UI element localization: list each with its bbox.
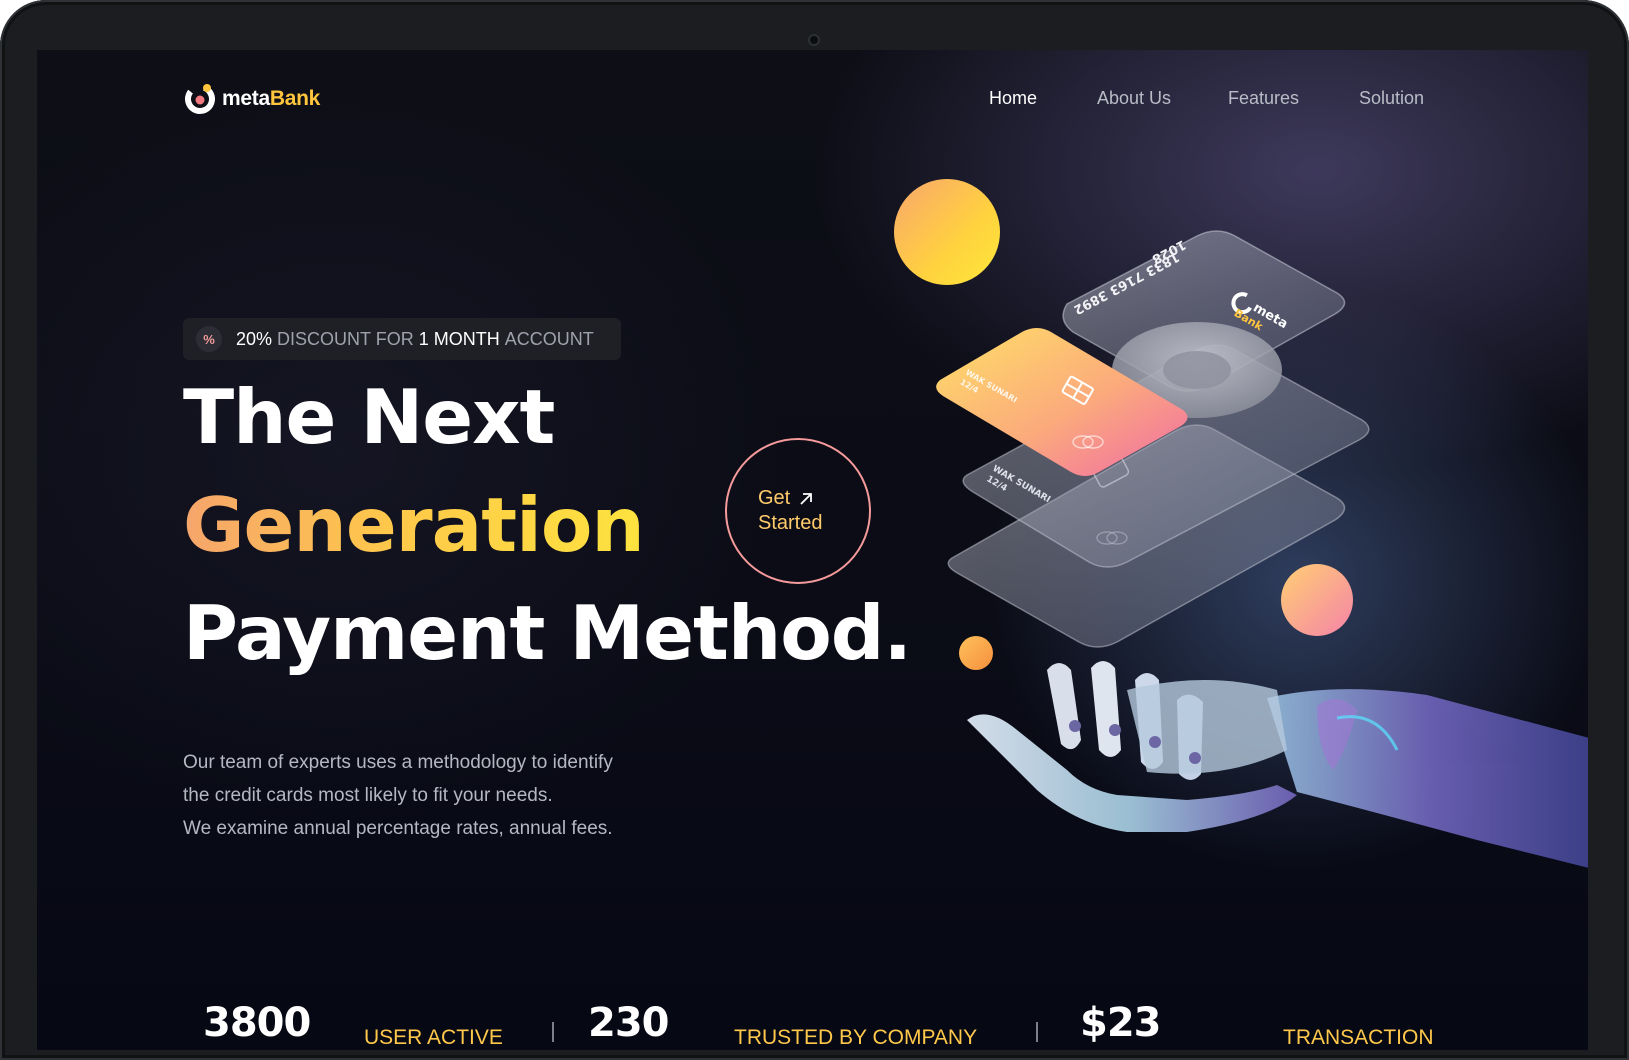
nfc-disc xyxy=(1112,322,1282,418)
card-logo-icon xyxy=(1231,292,1252,315)
brand-logo[interactable]: metaBank xyxy=(183,82,320,116)
stat-value-users: 3800 xyxy=(203,1000,311,1046)
card-expiry: 12/4 xyxy=(959,377,981,395)
description-line-1: Our team of experts uses a methodology t… xyxy=(183,752,613,773)
webcam xyxy=(808,34,820,46)
logo-mark-icon xyxy=(185,84,215,114)
stat-label-transaction: TRANSACTION xyxy=(1283,1026,1434,1049)
gradient-card xyxy=(936,328,1188,476)
nav-solution[interactable]: Solution xyxy=(1359,88,1424,109)
brand-name: metaBank xyxy=(222,87,320,110)
yellow-sphere xyxy=(894,179,1000,285)
headline-line-3: Payment Method. xyxy=(183,589,912,677)
nav-features[interactable]: Features xyxy=(1228,88,1299,109)
badge-text-1: DISCOUNT FOR xyxy=(277,328,414,349)
get-started-button[interactable]: Get Started xyxy=(725,438,871,584)
description-line-3: We examine annual percentage rates, annu… xyxy=(183,818,613,839)
headline-line-1: The Next xyxy=(183,373,555,461)
laptop-frame: WAK SUNARI 12/4 1833 7163 3892 1028 meta… xyxy=(0,0,1629,1060)
card-brand-bottom: Bank xyxy=(1232,306,1266,333)
arrow-up-right-icon xyxy=(800,492,813,505)
stat-label-users: USER ACTIVE xyxy=(364,1026,503,1049)
chip-outline xyxy=(1092,456,1130,488)
stat-divider xyxy=(1036,1022,1038,1042)
description-line-2: the credit cards most likely to fit your… xyxy=(183,785,553,806)
stat-value-transaction: $23 xyxy=(1080,1000,1161,1046)
badge-percent: 20% xyxy=(236,328,273,349)
robot-hand xyxy=(967,661,1588,868)
badge-text-2: ACCOUNT xyxy=(504,328,594,349)
headline-line-2: Generation xyxy=(183,481,645,569)
pink-sphere xyxy=(1281,564,1353,636)
card-expiry-secondary: 12/4 xyxy=(985,474,1009,494)
stat-value-companies: 230 xyxy=(588,1000,669,1046)
badge-highlight: 1 MONTH xyxy=(418,328,500,349)
card-brand-top: meta xyxy=(1250,300,1290,332)
stat-divider xyxy=(552,1022,554,1042)
discount-badge: % 20% DISCOUNT FOR 1 MONTH ACCOUNT xyxy=(183,318,621,360)
card-chip-icon xyxy=(1061,375,1094,405)
stat-label-companies: TRUSTED BY COMPANY xyxy=(734,1026,978,1049)
glass-card-bottom xyxy=(947,424,1346,648)
cta-label-line-1: Get xyxy=(758,487,791,509)
card-number-end: 1028 xyxy=(1149,236,1188,266)
card-holder-secondary: WAK SUNARI xyxy=(991,464,1052,505)
glass-card-middle xyxy=(962,344,1370,568)
card-number: 1833 7163 3892 xyxy=(1071,248,1182,316)
nav-home[interactable]: Home xyxy=(989,88,1037,109)
orange-sphere xyxy=(959,636,993,670)
cta-label-line-2: Started xyxy=(758,512,823,534)
percent-icon: % xyxy=(196,326,222,352)
card-holder: WAK SUNARI xyxy=(964,368,1019,405)
stats-bar: 3800 USER ACTIVE 230 TRUSTED BY COMPANY … xyxy=(37,1000,1588,1050)
nav-about-us[interactable]: About Us xyxy=(1097,88,1171,109)
glass-card-top xyxy=(1062,230,1346,392)
screen: WAK SUNARI 12/4 1833 7163 3892 1028 meta… xyxy=(37,50,1588,1050)
hero-description: Our team of experts uses a methodology t… xyxy=(183,746,743,845)
